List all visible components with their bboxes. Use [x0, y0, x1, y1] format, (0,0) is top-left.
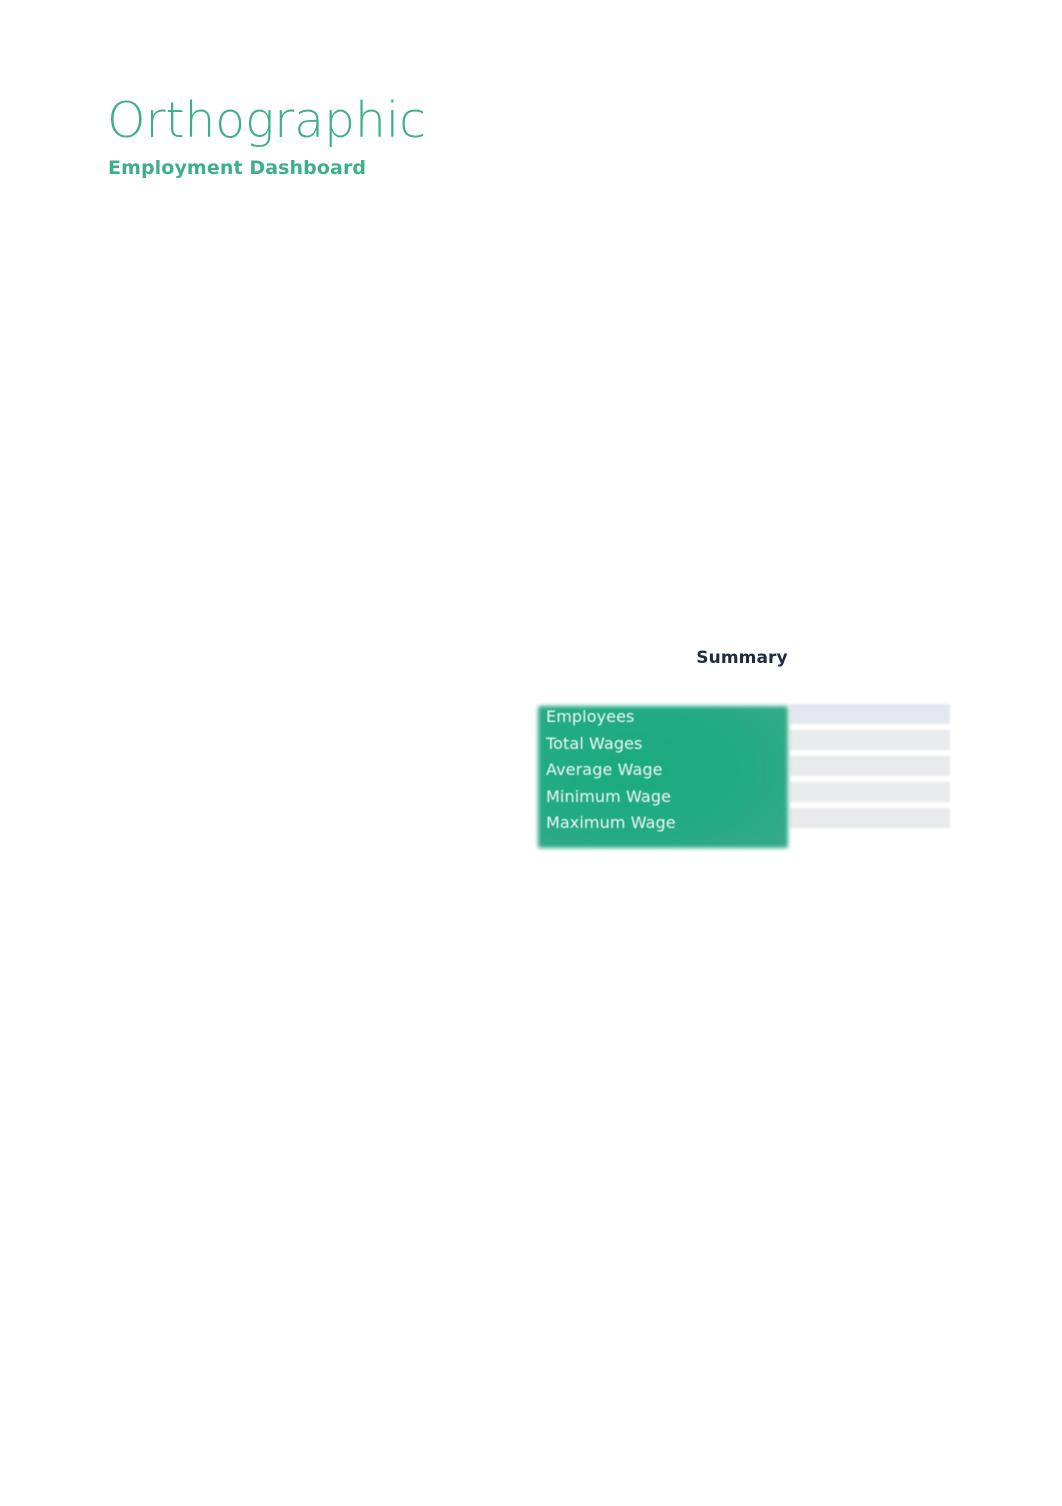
table-row[interactable] [790, 756, 950, 776]
summary-label-list: Employees Total Wages Average Wage Minim… [544, 704, 794, 837]
table-row[interactable] [790, 704, 950, 724]
summary-label-employees: Employees [546, 707, 635, 726]
page-title: Orthographic [107, 92, 426, 149]
summary-heading: Summary [696, 648, 788, 668]
summary-label-average-wage: Average Wage [546, 760, 663, 779]
dashboard-page: Orthographic Employment Dashboard Summar… [0, 0, 1062, 1506]
title-block: Orthographic Employment Dashboard [107, 92, 707, 180]
table-row[interactable] [790, 730, 950, 750]
summary-label-total-wages: Total Wages [546, 733, 643, 753]
summary-value-column [790, 704, 950, 828]
summary-card: Summary Employees Total Wages Average Wa… [538, 646, 950, 848]
page-subtitle: Employment Dashboard [108, 157, 367, 179]
summary-label-maximum-wage: Maximum Wage [546, 813, 676, 832]
table-row[interactable] [790, 782, 950, 802]
table-row[interactable] [790, 808, 950, 828]
summary-label-minimum-wage: Minimum Wage [546, 786, 672, 806]
summary-table: Employees Total Wages Average Wage Minim… [538, 676, 950, 848]
